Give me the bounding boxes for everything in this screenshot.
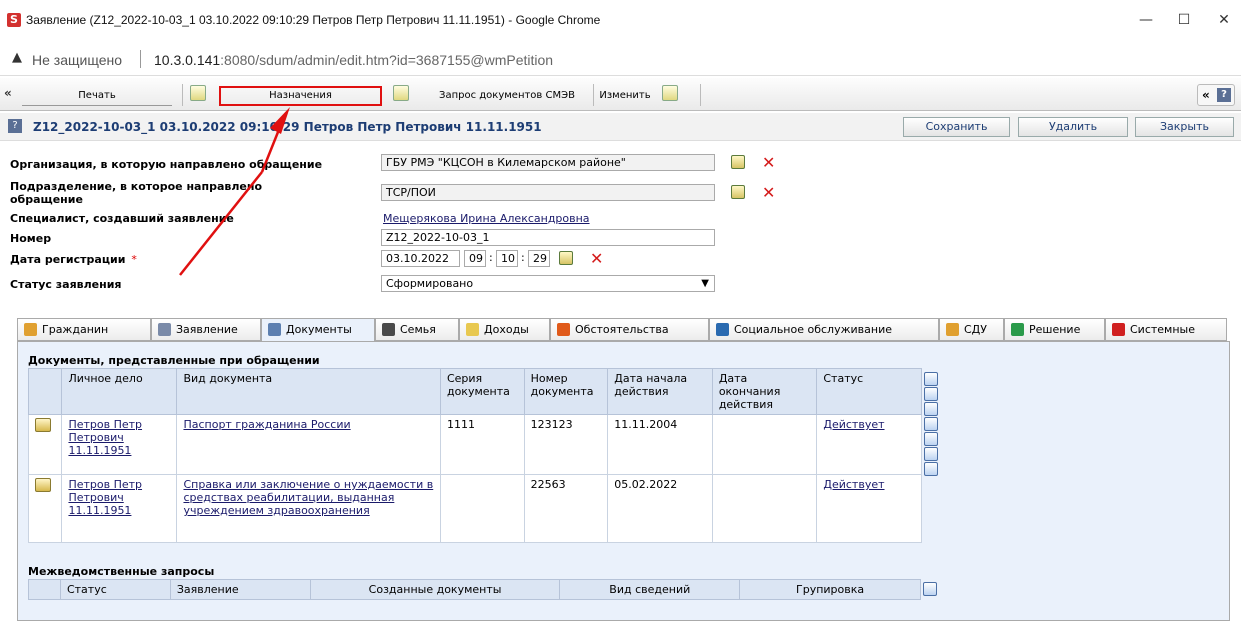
tab-social-service[interactable]: Социальное обслуживание — [709, 318, 939, 341]
delete-icon[interactable] — [924, 387, 938, 401]
column-header[interactable]: Дата окончания действия — [711, 368, 818, 415]
documents-icon — [268, 323, 281, 336]
select-column — [27, 368, 63, 415]
preview-icon[interactable] — [924, 462, 938, 476]
select-column — [28, 579, 61, 600]
column-header[interactable]: Групировка — [739, 579, 921, 600]
tab-citizen[interactable]: Гражданин — [17, 318, 151, 341]
person-icon — [946, 323, 959, 336]
tab-label: Социальное обслуживание — [734, 323, 892, 336]
document-icon[interactable] — [35, 478, 51, 492]
tab-label: Документы — [286, 323, 352, 336]
tab-label: Обстоятельства — [575, 323, 669, 336]
tab-documents[interactable]: Документы — [261, 318, 375, 342]
column-header[interactable]: Вид сведений — [559, 579, 741, 600]
person-link[interactable]: Петров Петр Петрович 11.11.1951 — [61, 474, 178, 543]
tab-family[interactable]: Семья — [375, 318, 459, 341]
column-header[interactable]: Вид документа — [176, 368, 441, 415]
table-header-row: Личное дело Вид документа Серия документ… — [27, 368, 922, 415]
edit-icon[interactable] — [924, 372, 938, 386]
income-icon — [466, 323, 479, 336]
table-row[interactable]: Петров Петр Петрович 11.11.1951 Паспорт … — [27, 414, 922, 475]
heart-icon — [716, 323, 729, 336]
tab-label: Заявление — [176, 323, 238, 336]
person-icon — [24, 323, 37, 336]
pencil-icon — [158, 323, 171, 336]
tab-label: СДУ — [964, 323, 987, 336]
start-date-cell: 05.02.2022 — [607, 474, 713, 543]
document-icon[interactable] — [35, 418, 51, 432]
column-header[interactable]: Дата начала действия — [607, 368, 713, 415]
family-icon — [382, 323, 395, 336]
column-header[interactable]: Созданные документы — [309, 579, 561, 600]
column-header[interactable]: Статус — [816, 368, 922, 415]
doc-type-link[interactable]: Справка или заключение о нуждаемости в с… — [176, 474, 441, 543]
tab-circumstances[interactable]: Обстоятельства — [550, 318, 709, 341]
tab-label: Доходы — [484, 323, 529, 336]
doc-type-link[interactable]: Паспорт гражданина России — [176, 414, 441, 475]
end-date-cell — [711, 474, 818, 543]
row-icon-cell — [27, 414, 63, 475]
interdept-title: Межведомственные запросы — [28, 565, 215, 578]
number-cell: 123123 — [523, 414, 609, 475]
table-header-row: Статус Заявление Созданные документы Вид… — [28, 579, 921, 600]
column-header[interactable]: Номер документа — [523, 368, 609, 415]
tab-label: Системные — [1130, 323, 1195, 336]
preview-icon[interactable] — [923, 582, 937, 596]
tab-system[interactable]: Системные — [1105, 318, 1227, 341]
table-row[interactable]: Петров Петр Петрович 11.11.1951 Справка … — [27, 474, 922, 543]
person-link[interactable]: Петров Петр Петрович 11.11.1951 — [61, 414, 178, 475]
column-header[interactable]: Личное дело — [61, 368, 178, 415]
pencil-icon[interactable] — [924, 402, 938, 416]
filter-icon[interactable] — [924, 447, 938, 461]
row-icon-cell — [27, 474, 63, 543]
tab-application[interactable]: Заявление — [151, 318, 261, 341]
documents-actions — [924, 372, 940, 477]
tab-label: Гражданин — [42, 323, 109, 336]
tab-decision[interactable]: Решение — [1004, 318, 1105, 341]
series-cell: 1111 — [439, 414, 525, 475]
status-link[interactable]: Действует — [816, 414, 922, 475]
number-cell: 22563 — [523, 474, 609, 543]
tab-label: Решение — [1029, 323, 1081, 336]
start-date-cell: 11.11.2004 — [607, 414, 713, 475]
end-date-cell — [711, 414, 818, 475]
tab-label: Семья — [400, 323, 436, 336]
interdept-table: Статус Заявление Созданные документы Вид… — [28, 579, 921, 600]
status-link[interactable]: Действует — [816, 474, 922, 543]
series-cell — [439, 474, 525, 543]
tab-income[interactable]: Доходы — [459, 318, 550, 341]
warning-icon — [557, 323, 570, 336]
column-header[interactable]: Заявление — [169, 579, 311, 600]
add-icon[interactable] — [924, 417, 938, 431]
system-icon — [1112, 323, 1125, 336]
column-header[interactable]: Статус — [59, 579, 171, 600]
tab-sdu[interactable]: СДУ — [939, 318, 1004, 341]
decision-icon — [1011, 323, 1024, 336]
add-doc-icon[interactable] — [924, 432, 938, 446]
column-header[interactable]: Серия документа — [439, 368, 525, 415]
documents-table: Личное дело Вид документа Серия документ… — [27, 368, 922, 543]
tab-bar: Гражданин Заявление Документы Семья Дохо… — [17, 318, 1230, 342]
documents-title: Документы, представленные при обращении — [28, 354, 320, 367]
